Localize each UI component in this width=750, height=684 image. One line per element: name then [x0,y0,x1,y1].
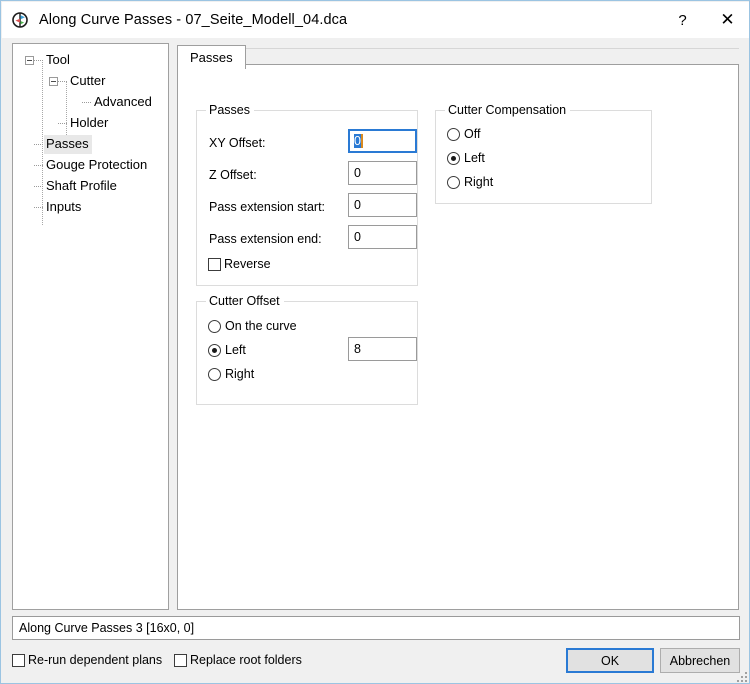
tree-item-label: Holder [70,115,109,130]
tree-item-tool[interactable]: Tool [13,50,168,71]
pass-extension-start-input[interactable]: 0 [348,193,417,217]
tree-items: Tool Cutter Advanced Holder Passes Gouge Prot… [13,44,168,218]
rerun-dependent-plans-label: Re-run dependent plans [28,653,163,667]
tree-connector-line [34,59,43,62]
tree-connector-line [34,185,43,188]
tree-item-label: Shaft Profile [46,178,117,193]
cutter-compensation-off-label: Off [464,127,481,141]
tree-item-label: Gouge Protection [46,157,148,172]
xy-offset-input[interactable]: 0 [348,129,417,153]
cutter-compensation-option-left[interactable]: Left [447,151,485,165]
xy-offset-label: XY Offset: [209,136,266,150]
xy-offset-value: 0 [354,134,361,148]
z-offset-label: Z Offset: [209,168,257,182]
cutter-offset-option-on-the-curve[interactable]: On the curve [208,319,297,333]
passes-group: Passes XY Offset: 0 Z Offset: 0 Pass ext… [196,103,418,286]
dialog-client-area: Tool Cutter Advanced Holder Passes Gouge Prot… [2,38,749,683]
dialog-window: Along Curve Passes - 07_Seite_Modell_04.… [0,0,750,684]
help-button[interactable]: ? [660,2,705,38]
replace-root-folders-checkbox[interactable]: Replace root folders [174,653,302,667]
cutter-offset-group: Cutter Offset On the curve Left Right 8 [196,294,418,405]
tree-item-passes[interactable]: Passes [13,134,168,155]
cancel-button[interactable]: Abbrechen [660,648,740,673]
cutter-offset-left-label: Left [225,343,246,357]
title-bar: Along Curve Passes - 07_Seite_Modell_04.… [2,2,749,38]
checkbox-icon [174,653,187,667]
cutter-compensation-left-label: Left [464,151,485,165]
tree-item-shaft-profile[interactable]: Shaft Profile [13,176,168,197]
radio-icon [447,151,460,165]
pass-extension-end-input[interactable]: 0 [348,225,417,249]
tab-passes-label: Passes [190,50,233,65]
window-title: Along Curve Passes - 07_Seite_Modell_04.… [39,12,348,28]
collapse-icon[interactable] [25,56,34,65]
tree-item-label: Inputs [46,199,82,214]
ok-button-label: OK [600,653,620,668]
cutter-offset-right-label: Right [225,367,255,381]
cutter-compensation-right-label: Right [464,175,494,189]
cutter-offset-title: Cutter Offset [206,294,284,308]
radio-icon [208,367,221,381]
checkbox-icon [12,653,25,667]
tree-item-label: Advanced [94,94,152,109]
app-icon [12,11,30,29]
checkbox-icon [208,257,221,271]
cutter-compensation-option-right[interactable]: Right [447,175,493,189]
tree-item-cutter[interactable]: Cutter [13,71,168,92]
z-offset-value: 0 [354,166,361,180]
cutter-offset-option-left[interactable]: Left [208,343,246,357]
reverse-label: Reverse [224,257,271,271]
z-offset-input[interactable]: 0 [348,161,417,185]
cancel-button-label: Abbrechen [669,653,731,668]
resize-grip[interactable] [735,670,747,682]
cutter-compensation-title: Cutter Compensation [445,103,571,117]
pass-extension-start-label: Pass extension start: [209,200,326,214]
pass-extension-end-value: 0 [354,230,361,244]
tree-connector-line [34,206,43,209]
tab-passes[interactable]: Passes [177,45,246,69]
text-caret [360,134,363,148]
tab-page-passes: Passes XY Offset: 0 Z Offset: 0 Pass ext… [177,64,739,610]
tree-connector-line [82,101,91,104]
cutter-offset-option-right[interactable]: Right [208,367,254,381]
radio-icon [208,343,221,357]
status-text: Along Curve Passes 3 [16x0, 0] [19,621,195,635]
cutter-offset-input[interactable]: 8 [348,337,417,361]
cutter-offset-on-the-curve-label: On the curve [225,319,297,333]
tree-item-advanced[interactable]: Advanced [13,92,168,113]
pass-extension-start-value: 0 [354,198,361,212]
cutter-offset-value: 8 [354,342,361,356]
tree-item-label: Cutter [70,73,106,88]
tree-item-gouge-protection[interactable]: Gouge Protection [13,155,168,176]
tree-connector-line [34,164,43,167]
cutter-compensation-option-off[interactable]: Off [447,127,480,141]
tree-connector-line [34,143,43,146]
ok-button[interactable]: OK [566,648,654,673]
reverse-checkbox[interactable]: Reverse [208,257,271,271]
navigation-tree[interactable]: Tool Cutter Advanced Holder Passes Gouge Prot… [12,43,169,610]
tree-connector-line [58,122,67,125]
radio-icon [447,127,460,141]
tree-item-inputs[interactable]: Inputs [13,197,168,218]
radio-icon [208,319,221,333]
passes-group-title: Passes [206,103,254,117]
tree-item-label: Passes [44,135,92,154]
pass-extension-end-label: Pass extension end: [209,232,322,246]
status-bar: Along Curve Passes 3 [16x0, 0] [12,616,740,640]
rerun-dependent-plans-checkbox[interactable]: Re-run dependent plans [12,653,162,667]
collapse-icon[interactable] [49,77,58,86]
replace-root-folders-label: Replace root folders [190,653,302,667]
tree-item-holder[interactable]: Holder [13,113,168,134]
cutter-compensation-group: Cutter Compensation Off Left Right [435,103,652,204]
radio-icon [447,175,460,189]
tree-item-label: Tool [46,52,70,67]
close-button[interactable]: ✕ [705,2,749,38]
tree-connector-line [58,80,67,83]
